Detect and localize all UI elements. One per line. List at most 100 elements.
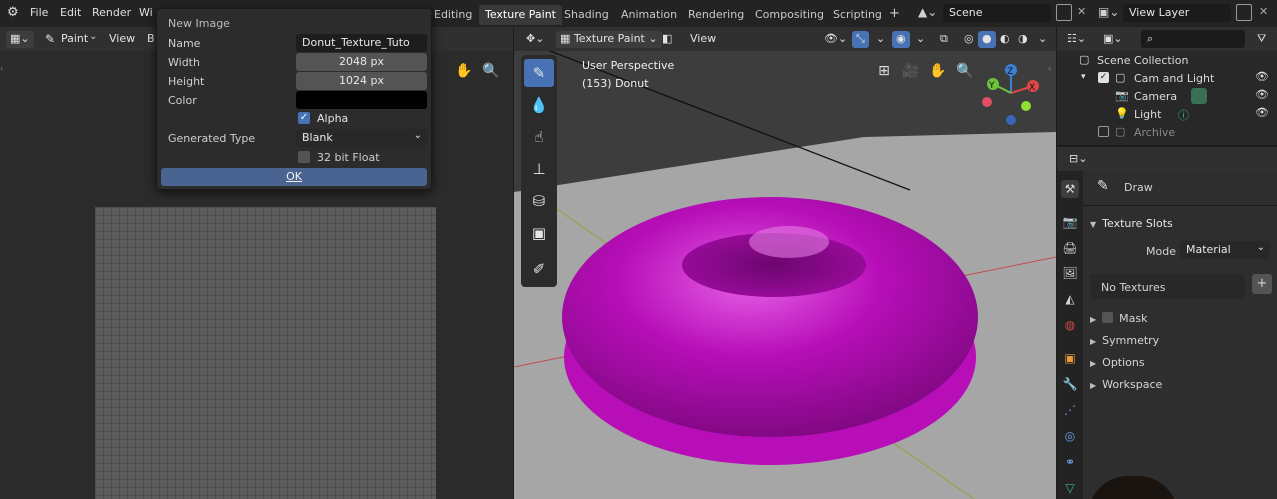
symmetry-panel-header[interactable]: ▶ Symmetry xyxy=(1090,334,1159,347)
xray-icon[interactable]: ⧉ xyxy=(936,31,952,48)
navigation-gizmo[interactable]: Z X Y xyxy=(976,58,1046,128)
camera-data-icon[interactable] xyxy=(1191,88,1207,104)
tab-editing[interactable]: Editing xyxy=(428,5,478,25)
viewport-zoom-icon[interactable]: 🔍 xyxy=(953,59,977,83)
checked-checkbox-icon[interactable]: ✓ xyxy=(1098,72,1109,83)
workspace-panel-header[interactable]: ▶ Workspace xyxy=(1090,378,1162,391)
camera-view-icon[interactable]: 🎥 xyxy=(899,59,923,83)
overlay-icon[interactable]: ◉ xyxy=(892,31,910,48)
viewport-view-menu[interactable]: View xyxy=(686,31,720,48)
view-layer-icon[interactable]: ▣⌄ xyxy=(1098,5,1119,19)
add-workspace-button[interactable]: + xyxy=(889,6,900,21)
eye-icon[interactable]: 👁 xyxy=(1255,88,1269,101)
menu-edit[interactable]: Edit xyxy=(60,6,81,19)
float-checkbox[interactable] xyxy=(298,151,310,163)
tab-texture-paint[interactable]: Texture Paint xyxy=(479,5,562,25)
light-data-icon[interactable]: ⓘ xyxy=(1178,107,1189,123)
viewport-pan-hand-icon[interactable]: ✋ xyxy=(926,59,950,83)
viewport-sidebar-arrow-icon[interactable]: ‹ xyxy=(1048,64,1051,73)
constraints-tab-icon[interactable]: ⚭ xyxy=(1061,453,1079,471)
texture-slots-panel-header[interactable]: ▼ Texture Slots xyxy=(1090,217,1173,230)
mask-checkbox[interactable] xyxy=(1102,312,1114,323)
view-layer-close-icon[interactable]: ✕ xyxy=(1259,5,1268,18)
filter-icon[interactable]: ⛛ xyxy=(1253,31,1270,48)
object-tab-icon[interactable]: ▣ xyxy=(1061,349,1079,367)
image-view-menu[interactable]: View xyxy=(105,31,139,48)
unchecked-checkbox-icon[interactable] xyxy=(1098,126,1109,137)
viewport-editor-type-icon[interactable]: ✥⌄ xyxy=(522,31,548,48)
tab-scripting[interactable]: Scripting xyxy=(827,5,888,25)
scene-icon[interactable]: ▲⌄ xyxy=(918,5,937,19)
smear-tool[interactable]: ☝ xyxy=(524,123,554,151)
outliner-row-light[interactable]: 💡 Light ⓘ 👁 xyxy=(1057,106,1277,124)
mask-panel-header[interactable]: ▶ Mask xyxy=(1090,312,1148,325)
view-layer-copy-icon[interactable] xyxy=(1236,4,1252,21)
toggle-view-grid-icon[interactable]: ⊞ xyxy=(872,59,896,83)
render-tab-icon[interactable]: 📷 xyxy=(1061,213,1079,231)
gizmo-dropdown-icon[interactable]: ⌄ xyxy=(872,31,889,48)
scene-copy-icon[interactable] xyxy=(1056,4,1072,21)
blender-logo-icon[interactable]: ⚙ xyxy=(7,5,19,20)
mode-dropdown[interactable]: Material ⌄ xyxy=(1180,241,1270,259)
data-tab-icon[interactable]: ▽ xyxy=(1061,479,1079,497)
physics-tab-icon[interactable]: ◎ xyxy=(1061,427,1079,445)
outliner-row-scene-collection[interactable]: ▢ Scene Collection xyxy=(1057,52,1277,70)
options-panel-header[interactable]: ▶ Options xyxy=(1090,356,1145,369)
particles-tab-icon[interactable]: ⋰ xyxy=(1061,401,1079,419)
fill-tool[interactable]: ⛁ xyxy=(524,187,554,215)
solid-shading-icon[interactable]: ● xyxy=(978,31,996,48)
mask-tool[interactable]: ▣ xyxy=(524,219,554,247)
color-swatch[interactable] xyxy=(296,91,427,109)
scene-tab-icon[interactable]: ◭ xyxy=(1061,290,1079,308)
add-texture-button[interactable]: + xyxy=(1252,274,1272,294)
eye-icon[interactable]: 👁 xyxy=(1255,106,1269,119)
outliner-search-field[interactable]: ⌕ xyxy=(1141,30,1245,48)
height-field[interactable]: 1024 px xyxy=(296,72,427,90)
outliner-row-cam-and-light[interactable]: ▾ ✓ ▢ Cam and Light 👁 xyxy=(1057,70,1277,88)
soften-tool[interactable]: 💧 xyxy=(524,91,554,119)
output-tab-icon[interactable]: 🖨 xyxy=(1061,239,1079,257)
outliner-row-archive[interactable]: ▢ Archive xyxy=(1057,124,1277,142)
properties-type-icon[interactable]: ⊟⌄ xyxy=(1065,151,1091,168)
alpha-checkbox[interactable]: ✓ xyxy=(298,112,310,124)
tab-shading[interactable]: Shading xyxy=(558,5,615,25)
editor-type-icon[interactable]: ▦⌄ xyxy=(6,31,34,48)
menu-render[interactable]: Render xyxy=(92,6,131,19)
shading-dropdown-icon[interactable]: ⌄ xyxy=(1034,31,1051,48)
tab-animation[interactable]: Animation xyxy=(615,5,683,25)
menu-window[interactable]: Wi xyxy=(139,6,153,19)
display-mode-icon[interactable]: ▣⌄ xyxy=(1099,31,1127,48)
modifier-tab-icon[interactable]: 🔧 xyxy=(1061,375,1079,393)
visibility-icon[interactable]: 👁⌄ xyxy=(820,31,851,48)
generated-type-dropdown[interactable]: Blank ⌄ xyxy=(296,129,427,147)
wireframe-shading-icon[interactable]: ◎ xyxy=(960,31,978,48)
image-canvas-checker[interactable] xyxy=(95,207,436,499)
scene-name-field[interactable]: Scene xyxy=(943,4,1051,22)
overlay-dropdown-icon[interactable]: ⌄ xyxy=(912,31,929,48)
menu-file[interactable]: File xyxy=(30,6,48,19)
texture-paint-mode-dropdown[interactable]: ▦ Texture Paint ⌄ xyxy=(556,31,662,48)
world-tab-icon[interactable]: ◍ xyxy=(1061,316,1079,334)
eye-icon[interactable]: 👁 xyxy=(1255,70,1269,83)
clone-tool[interactable]: ⊥ xyxy=(524,155,554,183)
annotate-tool[interactable]: ✐ xyxy=(524,255,554,283)
material-shading-icon[interactable]: ◐ xyxy=(996,31,1014,48)
view-layer-tab-icon[interactable]: 🖼 xyxy=(1061,264,1079,282)
name-field[interactable]: Donut_Texture_Tuto xyxy=(296,34,427,52)
tool-tab-icon[interactable]: ⚒ xyxy=(1061,180,1079,198)
left-edge-arrow-icon[interactable]: ‹ xyxy=(0,64,3,73)
tab-compositing[interactable]: Compositing xyxy=(749,5,830,25)
outliner-row-camera[interactable]: 📷 Camera 👁 xyxy=(1057,88,1277,106)
tab-rendering[interactable]: Rendering xyxy=(682,5,750,25)
scene-close-icon[interactable]: ✕ xyxy=(1077,5,1086,18)
texture-slots-list[interactable]: No Textures xyxy=(1090,274,1245,299)
ok-button[interactable]: OK xyxy=(161,168,427,186)
gizmo-icon[interactable]: ⤡ xyxy=(852,31,869,48)
outliner-type-icon[interactable]: ☷⌄ xyxy=(1063,31,1090,48)
pan-hand-icon[interactable]: ✋ xyxy=(452,59,476,83)
expand-arrow-icon[interactable]: ▾ xyxy=(1081,72,1086,82)
3d-viewport[interactable] xyxy=(514,27,1056,499)
rendered-shading-icon[interactable]: ◑ xyxy=(1014,31,1032,48)
zoom-icon[interactable]: 🔍 xyxy=(479,59,503,83)
view-layer-field[interactable]: View Layer xyxy=(1123,4,1231,22)
